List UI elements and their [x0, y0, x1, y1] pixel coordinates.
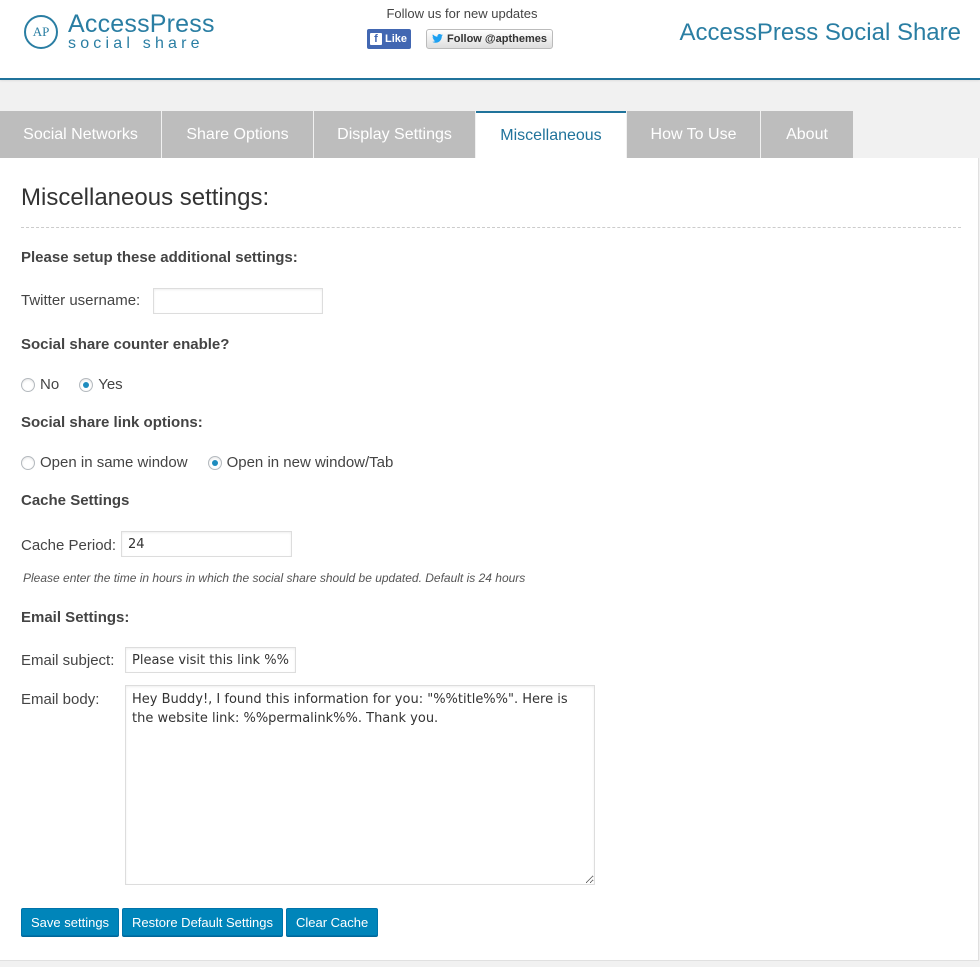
twitter-username-label: Twitter username:: [21, 292, 141, 309]
logo-sub-text: social share: [68, 35, 204, 52]
counter-yes-radio[interactable]: [79, 377, 94, 392]
tab-share-options[interactable]: Share Options: [162, 111, 313, 158]
plugin-title: AccessPress Social Share: [679, 19, 961, 46]
cache-period-label: Cache Period:: [21, 537, 117, 554]
link-new-window-label: Open in new window/Tab: [226, 454, 394, 471]
email-settings-heading: Email Settings:: [21, 609, 130, 626]
logo-main-text: AccessPress: [68, 10, 215, 38]
counter-yes-label: Yes: [98, 376, 123, 393]
action-buttons: Save settings Restore Default Settings C…: [21, 908, 379, 936]
title-divider: [21, 227, 961, 228]
logo-text: AccessPress social share: [68, 12, 215, 52]
link-same-window-radio[interactable]: [21, 455, 35, 470]
email-subject-label: Email subject:: [21, 652, 115, 669]
cache-heading: Cache Settings: [21, 492, 130, 509]
twitter-username-input[interactable]: [153, 288, 323, 314]
link-new-window-radio[interactable]: [207, 455, 222, 470]
settings-tabs: Social Networks Share Options Display Se…: [0, 111, 854, 158]
cache-period-input[interactable]: [121, 531, 292, 557]
twitter-follow-button[interactable]: Follow @apthemes: [426, 29, 553, 49]
counter-no-label: No: [40, 376, 60, 393]
twitter-follow-label: Follow @apthemes: [447, 33, 547, 45]
restore-defaults-button[interactable]: Restore Default Settings: [122, 908, 283, 936]
tab-about[interactable]: About: [761, 111, 853, 158]
email-subject-input[interactable]: [125, 647, 296, 673]
plugin-header: AP AccessPress social share Follow us fo…: [0, 0, 980, 80]
follow-text: Follow us for new updates: [386, 6, 538, 21]
facebook-like-label: Like: [385, 33, 408, 45]
link-new-window-option[interactable]: Open in new window/Tab: [207, 454, 394, 471]
counter-yes-option[interactable]: Yes: [79, 376, 123, 393]
counter-no-option[interactable]: No: [21, 376, 59, 393]
clear-cache-button[interactable]: Clear Cache: [285, 908, 379, 936]
link-options-radio-group: Open in same window Open in new window/T…: [21, 454, 413, 471]
misc-settings-panel: Miscellaneous settings: Please setup the…: [0, 158, 979, 961]
link-same-window-label: Open in same window: [40, 454, 188, 471]
page-title: Miscellaneous settings:: [21, 184, 270, 211]
link-options-heading: Social share link options:: [21, 414, 203, 431]
counter-radio-group: No Yes: [21, 376, 143, 393]
save-settings-button[interactable]: Save settings: [21, 908, 120, 936]
link-same-window-option[interactable]: Open in same window: [21, 454, 188, 471]
tab-miscellaneous[interactable]: Miscellaneous: [476, 111, 626, 158]
email-body-label: Email body:: [21, 691, 100, 708]
tab-social-networks[interactable]: Social Networks: [0, 111, 161, 158]
facebook-icon: f: [370, 33, 382, 45]
counter-heading: Social share counter enable?: [21, 336, 230, 353]
intro-heading: Please setup these additional settings:: [21, 249, 298, 266]
tab-how-to-use[interactable]: How To Use: [627, 111, 760, 158]
follow-widget: Follow us for new updates f Like Follow …: [352, 6, 572, 49]
email-body-textarea[interactable]: Hey Buddy!, I found this information for…: [125, 685, 595, 885]
twitter-bird-icon: [432, 32, 443, 46]
tab-display-settings[interactable]: Display Settings: [314, 111, 475, 158]
logo-mark: AP: [24, 15, 58, 49]
counter-no-radio[interactable]: [21, 377, 35, 392]
follow-buttons: f Like Follow @apthemes: [348, 29, 572, 49]
facebook-like-button[interactable]: f Like: [367, 29, 412, 49]
accesspress-logo[interactable]: AP AccessPress social share: [24, 12, 215, 52]
cache-help-text: Please enter the time in hours in which …: [23, 571, 526, 585]
